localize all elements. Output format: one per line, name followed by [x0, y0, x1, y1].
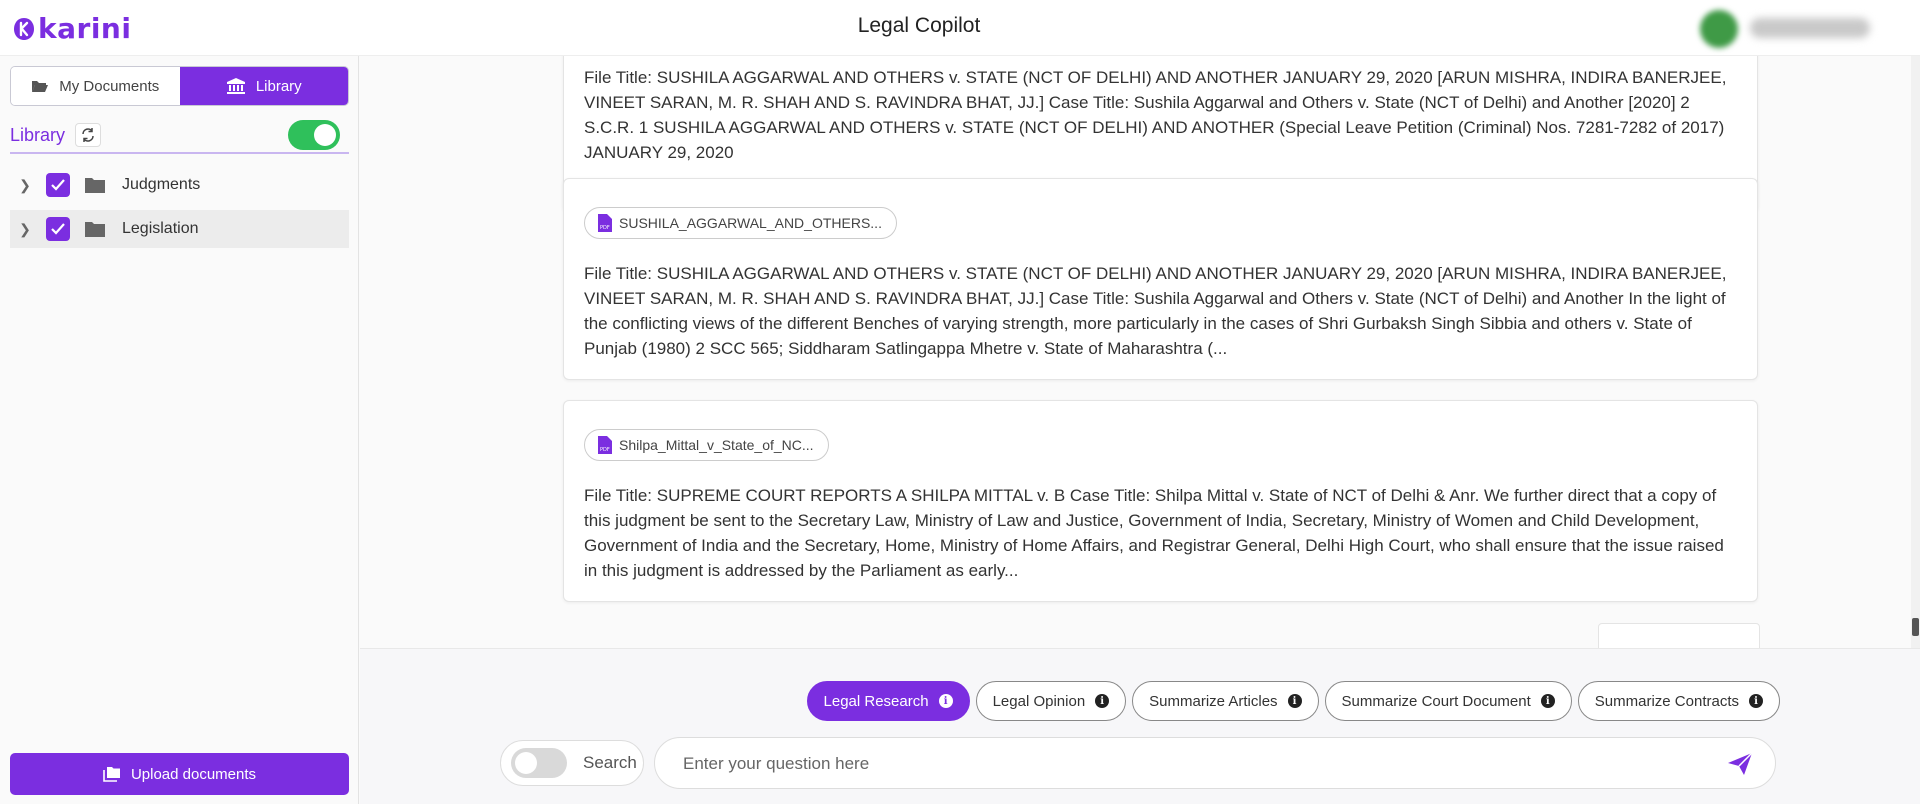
mode-legal-research[interactable]: Legal Research i [806, 681, 970, 721]
folder-icon [85, 178, 105, 193]
library-title: Library [10, 125, 66, 145]
tab-my-documents[interactable]: My Documents [11, 67, 180, 105]
composer: Legal Research i Legal Opinion i Summari… [360, 648, 1920, 804]
check-icon [51, 223, 65, 235]
mode-label: Legal Opinion [992, 692, 1086, 710]
message-actions[interactable] [1598, 623, 1760, 648]
refresh-button[interactable] [75, 123, 101, 147]
pdf-icon: PDF [598, 214, 612, 232]
mode-label: Summarize Contracts [1594, 692, 1739, 710]
info-icon[interactable]: i [1540, 694, 1555, 708]
results-panel[interactable]: File Title: SUSHILA AGGARWAL AND OTHERS … [360, 56, 1920, 648]
app-title: Legal Copilot [857, 14, 981, 37]
user-name-redacted [1750, 18, 1870, 38]
upload-documents-button[interactable]: Upload documents [10, 753, 349, 795]
folders-icon [103, 767, 120, 782]
search-toggle-label: Search [583, 753, 637, 772]
results-scrollbar[interactable] [1911, 56, 1920, 648]
result-card: PDF SUSHILA_AGGARWAL_AND_OTHERS... File … [563, 178, 1758, 380]
bank-icon [226, 78, 245, 94]
info-icon[interactable]: i [938, 694, 953, 708]
judgments-checkbox[interactable] [46, 173, 70, 197]
legislation-checkbox[interactable] [46, 217, 70, 241]
info-icon[interactable]: i [1287, 694, 1302, 708]
library-toggle[interactable] [288, 120, 340, 150]
tree-item-label: Judgments [122, 176, 201, 193]
folder-icon [85, 222, 105, 237]
mode-summarize-court-document[interactable]: Summarize Court Document i [1324, 681, 1572, 721]
source-chip[interactable]: PDF Shilpa_Mittal_v_State_of_NC... [584, 429, 829, 461]
source-chip[interactable]: PDF SUSHILA_AGGARWAL_AND_OTHERS... [584, 207, 897, 239]
chevron-right-icon[interactable]: ❯ [10, 221, 40, 238]
result-text: File Title: SUSHILA AGGARWAL AND OTHERS … [584, 264, 1727, 358]
result-text: File Title: SUSHILA AGGARWAL AND OTHERS … [584, 68, 1727, 162]
question-input[interactable] [683, 752, 1683, 776]
question-box [654, 737, 1776, 789]
result-card: PDF Shilpa_Mittal_v_State_of_NC... File … [563, 400, 1758, 602]
pdf-icon: PDF [598, 436, 612, 454]
source-chip-label: SUSHILA_AGGARWAL_AND_OTHERS... [619, 215, 882, 231]
avatar [1700, 10, 1738, 48]
mode-pills: Legal Research i Legal Opinion i Summari… [806, 681, 1780, 721]
user-menu[interactable] [1700, 10, 1880, 48]
mode-summarize-articles[interactable]: Summarize Articles i [1132, 681, 1319, 721]
svg-text:PDF: PDF [600, 447, 610, 453]
svg-text:PDF: PDF [600, 225, 610, 231]
scrollbar-thumb[interactable] [1912, 618, 1919, 636]
info-icon[interactable]: i [1749, 694, 1763, 708]
mode-label: Summarize Articles [1149, 692, 1278, 710]
chevron-right-icon[interactable]: ❯ [10, 177, 40, 194]
check-icon [51, 179, 65, 191]
upload-documents-label: Upload documents [130, 765, 257, 783]
source-chip-label: Shilpa_Mittal_v_State_of_NC... [619, 437, 814, 453]
search-toggle[interactable]: Search [500, 740, 644, 786]
refresh-icon [82, 128, 94, 142]
sidebar: My Documents Library Library ❯ Judgments… [0, 56, 359, 804]
folder-open-icon [32, 81, 49, 92]
result-text: File Title: SUPREME COURT REPORTS A SHIL… [584, 486, 1724, 580]
mode-legal-opinion[interactable]: Legal Opinion i [975, 681, 1127, 721]
mode-label: Summarize Court Document [1341, 692, 1531, 710]
tree-item-label: Legislation [122, 220, 199, 237]
tree-item-legislation[interactable]: ❯ Legislation [10, 210, 349, 248]
mode-summarize-contracts[interactable]: Summarize Contracts i [1577, 681, 1780, 721]
send-icon[interactable] [1727, 752, 1753, 776]
mode-label: Legal Research [823, 692, 929, 710]
tab-library-label: Library [255, 77, 302, 95]
top-bar: karini Legal Copilot [0, 0, 1920, 56]
tab-library[interactable]: Library [179, 67, 348, 105]
search-switch[interactable] [511, 748, 567, 778]
source-switch: My Documents Library [10, 66, 349, 106]
library-header: Library [10, 118, 349, 154]
tree-item-judgments[interactable]: ❯ Judgments [10, 166, 349, 204]
tab-my-documents-label: My Documents [59, 77, 160, 95]
info-icon[interactable]: i [1095, 694, 1110, 708]
